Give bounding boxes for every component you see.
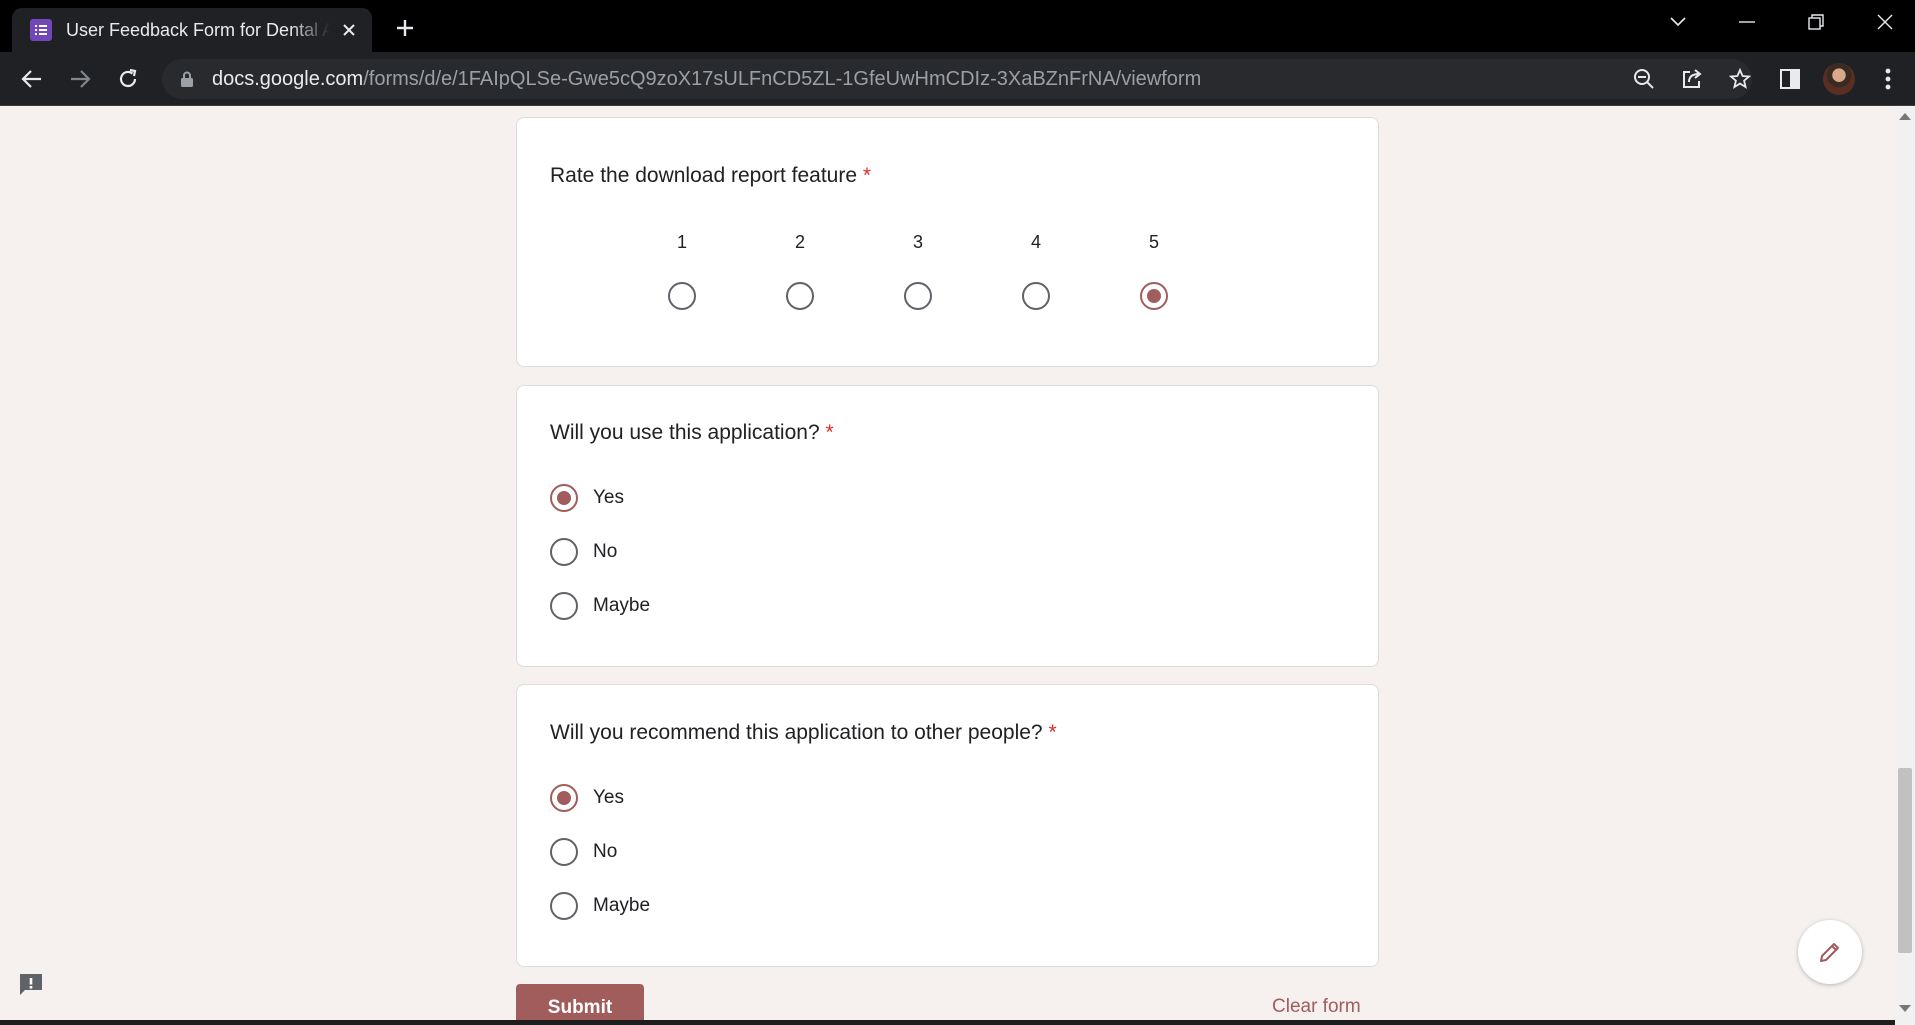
scale-label-4: 4	[1030, 232, 1041, 252]
scale-label-1: 1	[676, 232, 687, 252]
option-label-yes: Yes	[593, 487, 624, 508]
scale-label-2: 2	[794, 232, 805, 252]
radio-option-yes[interactable]	[550, 784, 578, 812]
scroll-up-arrow-icon[interactable]	[1899, 113, 1911, 120]
url-path: /forms/d/e/1FAIpQLSe-Gwe5cQ9zoX17sULFnCD…	[363, 67, 1202, 90]
clear-form-link[interactable]: Clear form	[1272, 996, 1361, 1018]
vertical-scrollbar[interactable]	[1895, 107, 1915, 1025]
option-label-maybe: Maybe	[593, 895, 651, 916]
question-title: Will you use this application? *	[550, 421, 834, 445]
form-page: Rate the download report feature * 1 2 3…	[0, 107, 1915, 1025]
tab-title: User Feedback Form for Dental Applicatio…	[66, 19, 330, 40]
radio-scale-2[interactable]	[786, 282, 814, 310]
url-host: docs.google.com	[212, 67, 364, 90]
question-card-rate-download: Rate the download report feature * 1 2 3…	[516, 117, 1379, 367]
option-label-yes: Yes	[593, 787, 624, 808]
minimize-icon[interactable]	[1729, 8, 1765, 36]
scale-label-5: 5	[1148, 232, 1159, 252]
form-favicon-icon	[30, 19, 52, 41]
browser-tab-bar: User Feedback Form for Dental Applicatio…	[0, 0, 1915, 52]
option-label-no: No	[593, 541, 618, 562]
close-icon[interactable]	[338, 19, 360, 41]
forward-icon[interactable]	[64, 63, 96, 95]
radio-scale-4[interactable]	[1022, 282, 1050, 310]
zoom-out-icon[interactable]	[1630, 65, 1658, 93]
required-mark: *	[862, 164, 872, 187]
submit-button[interactable]: Submit	[516, 984, 644, 1025]
question-card-will-use: Will you use this application? * Yes No …	[516, 385, 1379, 667]
pencil-icon	[1820, 943, 1839, 962]
url-text: docs.google.com/forms/d/e/1FAIpQLSe-Gwe5…	[212, 68, 1201, 91]
radio-scale-1[interactable]	[668, 282, 696, 310]
share-icon[interactable]	[1678, 65, 1706, 93]
radio-option-yes[interactable]	[550, 484, 578, 512]
profile-avatar[interactable]	[1823, 63, 1855, 95]
question-text: Rate the download report feature	[550, 164, 858, 187]
question-title: Will you recommend this application to o…	[550, 721, 1057, 745]
window-bottom-edge	[0, 1020, 1895, 1025]
scroll-thumb[interactable]	[1898, 768, 1912, 953]
back-icon[interactable]	[16, 63, 48, 95]
close-window-icon[interactable]	[1867, 8, 1903, 36]
radio-option-no[interactable]	[550, 838, 578, 866]
plus-icon[interactable]	[390, 13, 420, 43]
star-icon[interactable]	[1726, 65, 1754, 93]
chevron-down-icon[interactable]	[1660, 8, 1696, 36]
required-mark: *	[825, 421, 834, 444]
radio-option-maybe[interactable]	[550, 892, 578, 920]
reload-icon[interactable]	[112, 63, 144, 95]
report-problem-icon[interactable]	[16, 970, 46, 1000]
restore-icon[interactable]	[1798, 8, 1834, 36]
menu-icon[interactable]	[1874, 65, 1902, 93]
option-label-maybe: Maybe	[593, 595, 651, 616]
radio-scale-5[interactable]	[1140, 282, 1168, 310]
scroll-down-arrow-icon[interactable]	[1899, 1005, 1911, 1012]
edit-pencil-button[interactable]	[1798, 920, 1862, 984]
question-text: Will you recommend this application to o…	[550, 721, 1043, 744]
question-title: Rate the download report feature *	[550, 164, 871, 188]
side-panel-icon[interactable]	[1776, 65, 1804, 93]
address-bar[interactable]: docs.google.com/forms/d/e/1FAIpQLSe-Gwe5…	[162, 59, 1752, 99]
browser-toolbar: docs.google.com/forms/d/e/1FAIpQLSe-Gwe5…	[0, 52, 1915, 106]
scale-label-3: 3	[912, 232, 923, 252]
required-mark: *	[1048, 721, 1057, 744]
browser-tab[interactable]: User Feedback Form for Dental Applicatio…	[12, 8, 372, 52]
lock-icon[interactable]	[180, 70, 196, 88]
radio-option-no[interactable]	[550, 538, 578, 566]
option-label-no: No	[593, 841, 618, 862]
question-card-will-recommend: Will you recommend this application to o…	[516, 684, 1379, 967]
radio-option-maybe[interactable]	[550, 592, 578, 620]
radio-scale-3[interactable]	[904, 282, 932, 310]
question-text: Will you use this application?	[550, 421, 820, 444]
